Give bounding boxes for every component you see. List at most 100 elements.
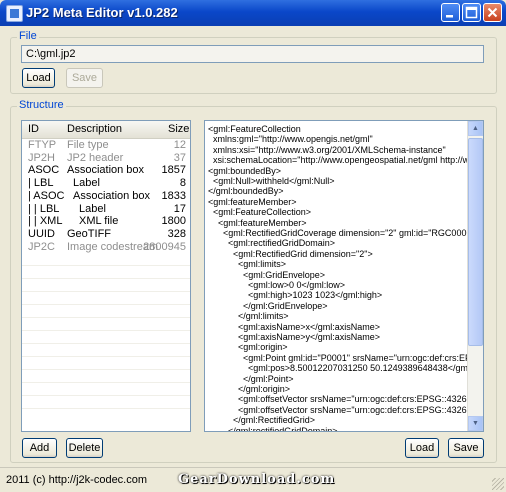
row-description: GeoTIFF — [67, 227, 112, 240]
empty-row — [22, 370, 190, 384]
table-row[interactable]: | | LBL Label 17 — [22, 203, 190, 216]
row-size: 12 — [173, 139, 186, 151]
xml-line: </gml:origin> — [208, 384, 291, 394]
empty-row — [22, 253, 190, 267]
scroll-down-icon[interactable]: ▼ — [468, 416, 483, 431]
empty-row — [22, 305, 190, 319]
xml-line: <gml:high>1023 1023</gml:high> — [208, 290, 383, 301]
table-row[interactable]: ASOC Association box 1857 — [22, 164, 190, 177]
scroll-up-icon[interactable]: ▲ — [468, 121, 483, 136]
row-id: JP2C — [28, 240, 55, 253]
xml-line: <gml:axisName>y</gml:axisName> — [208, 332, 381, 342]
table-row[interactable]: | | XML XML file 1800 — [22, 215, 190, 228]
xml-load-button[interactable]: Load — [405, 438, 439, 458]
column-header-description[interactable]: Description — [67, 123, 122, 135]
delete-button[interactable]: Delete — [66, 438, 103, 458]
table-row[interactable]: | LBL Label 8 — [22, 177, 190, 190]
xml-line: </gml:limits> — [208, 311, 289, 322]
scroll-thumb[interactable] — [468, 138, 483, 346]
xml-line: <gml:FeatureCollection> — [208, 207, 312, 218]
row-id: ASOC — [28, 164, 60, 177]
xml-scrollbar[interactable]: ▲ ▼ — [467, 121, 483, 431]
empty-row — [22, 344, 190, 358]
column-header-size[interactable]: Size — [168, 123, 189, 135]
xml-line: xmlns:xsi="http://www.w3.org/2001/XMLSch… — [208, 144, 446, 155]
xml-line: <gml:featureMember> — [208, 196, 297, 207]
row-id: JP2H — [28, 151, 55, 164]
row-size: 17 — [173, 202, 186, 215]
empty-row — [22, 318, 190, 332]
row-size: 1833 — [161, 189, 186, 202]
xml-save-button[interactable]: Save — [448, 438, 484, 458]
empty-row — [22, 383, 190, 397]
row-description: Label — [73, 177, 100, 190]
resize-grip-icon[interactable] — [492, 478, 504, 490]
minimize-icon[interactable] — [441, 3, 460, 22]
window-title: JP2 Meta Editor v1.0.282 — [26, 5, 178, 20]
xml-line: <gml:RectifiedGridCoverage dimension="2"… — [208, 228, 480, 238]
xml-line: </gml:boundedBy> — [208, 186, 284, 197]
status-text: 2011 (c) http://j2k-codec.com — [6, 474, 148, 486]
xml-line: <gml:Null>withheld</gml:Null> — [208, 176, 335, 186]
maximize-icon[interactable] — [462, 3, 481, 22]
xml-line: xmlns:gml="http://www.opengis.net/gml" — [208, 134, 373, 145]
xml-editor[interactable]: <gml:FeatureCollection xmlns:gml="http:/… — [204, 120, 484, 432]
xml-line: xsi:schemaLocation="http://www.opengeosp… — [213, 155, 483, 166]
column-header-id[interactable]: ID — [28, 123, 39, 135]
list-header: ID Description Size — [22, 121, 190, 139]
row-id: | | XML — [28, 215, 63, 228]
empty-row — [22, 292, 190, 306]
table-row[interactable]: JP2H JP2 header 37 — [22, 152, 190, 165]
empty-row — [22, 279, 190, 293]
xml-line: </gml:RectifiedGrid> — [208, 415, 316, 426]
file-load-button[interactable]: Load — [22, 68, 55, 88]
table-row[interactable]: UUID GeoTIFF 328 — [22, 228, 190, 241]
xml-line: <gml:low>0 0</gml:low> — [208, 280, 346, 290]
xml-line: </gml:GridEnvelope> — [208, 300, 328, 311]
row-size: 37 — [173, 151, 186, 164]
row-description: XML file — [79, 215, 119, 228]
table-row[interactable]: FTYP File type 12 — [22, 139, 190, 152]
row-description: File type — [67, 139, 109, 151]
row-description: Association box — [67, 164, 145, 177]
xml-line: <gml:FeatureCollection — [208, 124, 301, 134]
table-row[interactable]: | ASOC Association box 1833 — [22, 190, 190, 203]
xml-line: <gml:offsetVector srsName="urn:ogc:def:c… — [208, 404, 484, 415]
xml-line: <gml:axisName>x</gml:axisName> — [208, 321, 381, 332]
title-bar[interactable]: JP2 Meta Editor v1.0.282 — [0, 0, 506, 26]
xml-line: </gml:rectifiedGridDomain> — [208, 425, 338, 432]
row-size: 1800 — [161, 215, 186, 228]
xml-line: <gml:limits> — [208, 259, 287, 270]
empty-row — [22, 396, 190, 410]
file-group-label: File — [17, 30, 39, 42]
xml-line: <gml:boundedBy> — [208, 165, 282, 176]
xml-line: <gml:rectifiedGridDomain> — [208, 238, 336, 249]
xml-line: <gml:pos>8.50012207031250 50.12493896484… — [208, 363, 484, 374]
row-description: JP2 header — [67, 151, 124, 164]
empty-row — [22, 266, 190, 280]
row-description: Association box — [73, 189, 151, 202]
empty-row — [22, 357, 190, 371]
add-button[interactable]: Add — [22, 438, 57, 458]
row-id: | ASOC — [28, 189, 65, 202]
file-save-button[interactable]: Save — [66, 68, 103, 88]
row-id: | | LBL — [28, 202, 60, 215]
xml-line: <gml:RectifiedGrid dimension="2"> — [208, 248, 373, 259]
row-size: 1857 — [161, 164, 186, 177]
app-icon — [6, 5, 23, 22]
structure-group-label: Structure — [17, 99, 66, 111]
row-description: Label — [79, 202, 106, 215]
file-path-field[interactable]: C:\gml.jp2 — [21, 45, 484, 63]
row-size: 2800945 — [143, 240, 186, 253]
empty-row — [22, 331, 190, 345]
close-icon[interactable] — [483, 3, 502, 22]
table-row[interactable]: JP2C Image codestream 2800945 — [22, 241, 190, 254]
xml-line: <gml:offsetVector srsName="urn:ogc:def:c… — [208, 394, 484, 405]
row-size: 8 — [179, 177, 186, 190]
watermark: GearDownload.com — [178, 472, 336, 487]
xml-line: <gml:GridEnvelope> — [208, 269, 326, 280]
row-size: 328 — [167, 227, 186, 240]
row-id: FTYP — [28, 139, 57, 151]
box-list[interactable]: ID Description Size FTYP File type 12 JP2H J… — [21, 120, 191, 432]
xml-line: </gml:Point> — [208, 373, 294, 384]
